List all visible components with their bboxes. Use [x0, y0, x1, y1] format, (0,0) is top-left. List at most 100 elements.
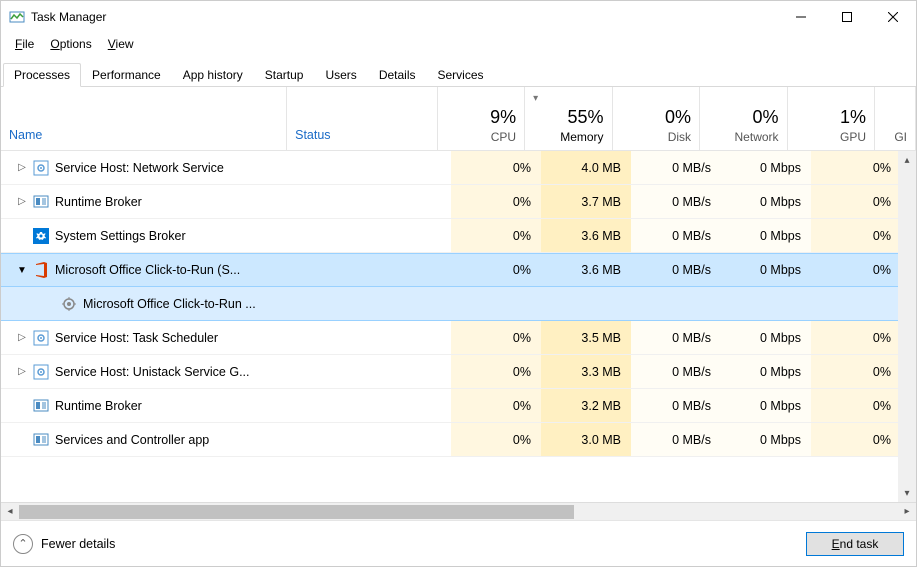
- column-header-network[interactable]: 0% Network: [700, 87, 787, 150]
- tab-users[interactable]: Users: [314, 63, 367, 86]
- vertical-scrollbar[interactable]: ▴ ▾: [898, 151, 916, 502]
- column-header-memory[interactable]: ▾ 55% Memory: [525, 87, 612, 150]
- process-name: Runtime Broker: [55, 399, 142, 413]
- menu-file[interactable]: File: [7, 35, 42, 53]
- cpu-cell: 0%: [451, 355, 541, 388]
- fewer-details-toggle[interactable]: ⌃ Fewer details: [13, 534, 115, 554]
- gpu-cell: 0%: [811, 151, 901, 184]
- menubar: File Options View: [1, 33, 916, 55]
- process-icon: [33, 398, 49, 414]
- tab-services[interactable]: Services: [427, 63, 495, 86]
- cpu-cell: 0%: [451, 321, 541, 354]
- network-cell: 0 Mbps: [721, 219, 811, 252]
- scroll-left-icon[interactable]: ◂: [1, 503, 19, 521]
- process-name: Runtime Broker: [55, 195, 142, 209]
- gpu-total-pct: 1%: [840, 107, 866, 128]
- sort-indicator-icon: ▾: [533, 93, 538, 104]
- window-title: Task Manager: [31, 10, 778, 24]
- cpu-cell: 0%: [451, 151, 541, 184]
- cpu-cell: [451, 287, 541, 320]
- process-name: Service Host: Unistack Service G...: [55, 365, 250, 379]
- table-row[interactable]: ▷Runtime Broker0%3.7 MB0 MB/s0 Mbps0%: [1, 185, 916, 219]
- process-name-cell: ▷ Runtime Broker: [1, 194, 296, 210]
- process-name: Microsoft Office Click-to-Run ...: [83, 297, 256, 311]
- gpu-cell: 0%: [811, 355, 901, 388]
- expand-icon[interactable]: ▷: [15, 196, 29, 207]
- process-icon: [33, 160, 49, 176]
- gpu-cell: 0%: [811, 389, 901, 422]
- scrollbar-track[interactable]: [19, 503, 898, 521]
- gpu-cell: [811, 287, 901, 320]
- maximize-button[interactable]: [824, 1, 870, 33]
- table-row[interactable]: Runtime Broker0%3.2 MB0 MB/s0 Mbps0%: [1, 389, 916, 423]
- app-icon: [9, 9, 25, 25]
- tabstrip: Processes Performance App history Startu…: [1, 57, 916, 87]
- tab-app-history[interactable]: App history: [172, 63, 254, 86]
- expand-icon[interactable]: ▷: [15, 366, 29, 377]
- table-row[interactable]: ▷Service Host: Unistack Service G...0%3.…: [1, 355, 916, 389]
- gpu-engine-label: GI: [894, 130, 907, 144]
- scroll-right-icon[interactable]: ▸: [898, 503, 916, 521]
- cpu-cell: 0%: [451, 389, 541, 422]
- menu-options[interactable]: Options: [42, 35, 99, 53]
- column-header-gpu[interactable]: 1% GPU: [788, 87, 875, 150]
- end-task-button[interactable]: End task: [806, 532, 904, 556]
- network-cell: 0 Mbps: [721, 355, 811, 388]
- process-name-cell: Microsoft Office Click-to-Run ...: [1, 296, 296, 312]
- process-name: System Settings Broker: [55, 229, 186, 243]
- memory-cell: 3.3 MB: [541, 355, 631, 388]
- expand-icon[interactable]: ▷: [15, 332, 29, 343]
- memory-cell: 3.0 MB: [541, 423, 631, 456]
- table-row[interactable]: ▷Service Host: Network Service0%4.0 MB0 …: [1, 151, 916, 185]
- cpu-total-pct: 9%: [490, 107, 516, 128]
- disk-cell: 0 MB/s: [631, 219, 721, 252]
- memory-cell: 4.0 MB: [541, 151, 631, 184]
- network-cell: 0 Mbps: [721, 423, 811, 456]
- disk-cell: 0 MB/s: [631, 355, 721, 388]
- table-row[interactable]: Services and Controller app0%3.0 MB0 MB/…: [1, 423, 916, 457]
- disk-total-pct: 0%: [665, 107, 691, 128]
- expand-icon[interactable]: ▷: [15, 162, 29, 173]
- process-name-cell: ▷Service Host: Task Scheduler: [1, 330, 296, 346]
- tab-performance[interactable]: Performance: [81, 63, 172, 86]
- process-icon: [33, 262, 49, 278]
- table-row[interactable]: Microsoft Office Click-to-Run ...: [1, 287, 916, 321]
- scrollbar-thumb[interactable]: [19, 505, 574, 519]
- process-name-cell: Runtime Broker: [1, 398, 296, 414]
- process-table: Name Status 9% CPU ▾ 55% Memory 0% Disk …: [1, 87, 916, 520]
- column-header-cpu[interactable]: 9% CPU: [438, 87, 525, 150]
- memory-cell: 3.5 MB: [541, 321, 631, 354]
- process-name: Microsoft Office Click-to-Run (S...: [55, 263, 240, 277]
- column-header-status[interactable]: Status: [287, 87, 437, 150]
- column-header-gpu-engine[interactable]: GI: [875, 87, 916, 150]
- network-cell: 0 Mbps: [721, 151, 811, 184]
- table-row[interactable]: ▼Microsoft Office Click-to-Run (S...0%3.…: [1, 253, 916, 287]
- tab-details[interactable]: Details: [368, 63, 427, 86]
- process-name: Service Host: Network Service: [55, 161, 224, 175]
- table-row[interactable]: System Settings Broker 0% 3.6 MB0 MB/s0 Mb…: [1, 219, 916, 253]
- column-header-disk[interactable]: 0% Disk: [613, 87, 700, 150]
- horizontal-scrollbar[interactable]: ◂ ▸: [1, 502, 916, 520]
- cpu-cell: 0%: [451, 254, 541, 286]
- collapse-icon[interactable]: ▼: [15, 265, 29, 276]
- network-total-pct: 0%: [753, 107, 779, 128]
- memory-cell: 3.2 MB: [541, 389, 631, 422]
- minimize-button[interactable]: [778, 1, 824, 33]
- tab-startup[interactable]: Startup: [254, 63, 315, 86]
- menu-view[interactable]: View: [100, 35, 142, 53]
- gpu-cell: 0%: [811, 219, 901, 252]
- close-button[interactable]: [870, 1, 916, 33]
- disk-cell: [631, 287, 721, 320]
- scroll-up-icon[interactable]: ▴: [898, 151, 916, 169]
- cpu-cell: 0%: [451, 423, 541, 456]
- process-name: Services and Controller app: [55, 433, 209, 447]
- scroll-down-icon[interactable]: ▾: [898, 484, 916, 502]
- network-label: Network: [735, 130, 779, 144]
- table-body: ▷Service Host: Network Service0%4.0 MB0 …: [1, 151, 916, 502]
- memory-cell: 3.6 MB: [541, 219, 631, 252]
- table-row[interactable]: ▷Service Host: Task Scheduler 0%3.5 MB0 M…: [1, 321, 916, 355]
- column-header-name[interactable]: Name: [1, 87, 287, 150]
- disk-cell: 0 MB/s: [631, 321, 721, 354]
- tab-processes[interactable]: Processes: [3, 63, 81, 87]
- memory-cell: [541, 287, 631, 320]
